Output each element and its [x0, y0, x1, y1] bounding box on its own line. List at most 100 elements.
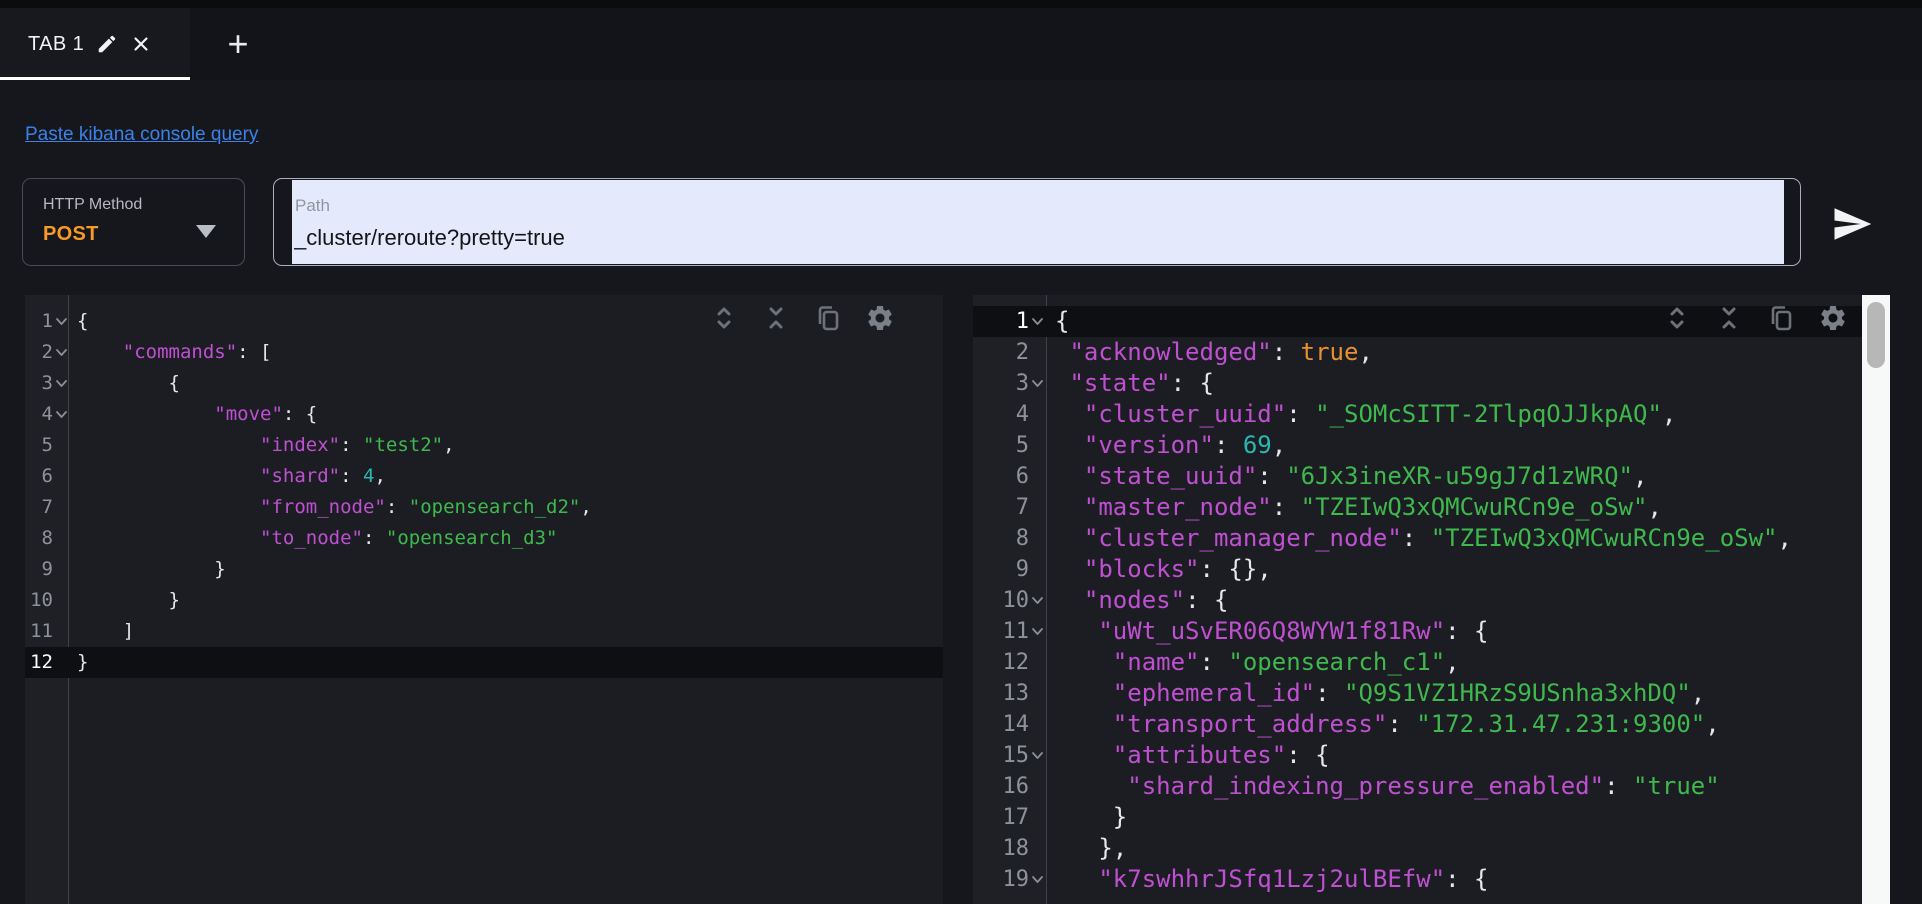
code-text: }, — [1098, 834, 1128, 862]
code-line[interactable]: 7 "master_node": "TZEIwQ3xQMCwuRCn9e_oSw… — [973, 492, 1862, 523]
settings-gear-icon[interactable] — [1818, 303, 1848, 333]
line-number: 18 — [1002, 836, 1030, 861]
line-number: 15 — [973, 740, 1048, 771]
expand-all-icon[interactable] — [1662, 303, 1692, 333]
collapse-all-icon[interactable] — [1714, 303, 1744, 333]
code-line[interactable]: 10 } — [25, 585, 943, 616]
line-number: 11 — [30, 620, 53, 642]
code-text: "ephemeral_id": "Q9S1VZ1HRzS9USnha3xhDQ"… — [1112, 679, 1706, 707]
fold-chevron-icon[interactable] — [1031, 616, 1044, 647]
code-line[interactable]: 12 "name": "opensearch_c1", — [973, 647, 1862, 678]
code-line[interactable]: 2 "commands": [ — [25, 337, 943, 368]
code-text: "uWt_uSvER06Q8WYW1f81Rw": { — [1098, 617, 1489, 645]
path-field[interactable]: Path — [292, 180, 1784, 264]
code-line[interactable]: 8 "cluster_manager_node": "TZEIwQ3xQMCwu… — [973, 523, 1862, 554]
line-number: 8 — [41, 527, 53, 549]
new-tab-button[interactable]: + — [205, 8, 271, 80]
line-number: 3 — [25, 368, 70, 399]
code-line[interactable]: 12} — [25, 647, 943, 678]
scrollbar-track[interactable] — [1862, 295, 1890, 904]
window-top-strip — [0, 0, 1922, 8]
code-text: "index": "test2", — [260, 434, 455, 456]
code-text: "cluster_uuid": "_SOMcSITT-2TlpqOJJkpAQ"… — [1083, 400, 1677, 428]
code-line[interactable]: 8 "to_node": "opensearch_d3" — [25, 523, 943, 554]
code-text: "attributes": { — [1112, 741, 1330, 769]
code-text: "to_node": "opensearch_d3" — [260, 527, 558, 549]
close-tab-icon[interactable] — [130, 33, 152, 55]
code-line[interactable]: 9 } — [25, 554, 943, 585]
expand-all-icon[interactable] — [709, 303, 739, 333]
path-input[interactable] — [294, 220, 1774, 256]
fold-chevron-icon[interactable] — [1031, 306, 1044, 337]
copy-icon[interactable] — [813, 303, 843, 333]
line-number: 9 — [1015, 557, 1029, 582]
line-number: 10 — [30, 589, 53, 611]
line-number: 8 — [1015, 526, 1029, 551]
path-floating-label: Path — [295, 196, 330, 215]
fold-chevron-icon[interactable] — [1031, 864, 1044, 895]
code-line[interactable]: 13 "ephemeral_id": "Q9S1VZ1HRzS9USnha3xh… — [973, 678, 1862, 709]
code-line[interactable]: 17 } — [973, 802, 1862, 833]
paste-kibana-query-link[interactable]: Paste kibana console query — [25, 124, 258, 146]
code-text: "acknowledged": true, — [1069, 338, 1373, 366]
code-text: } — [1112, 803, 1128, 831]
code-text: ] — [122, 620, 135, 642]
code-line[interactable]: 5 "version": 69, — [973, 430, 1862, 461]
line-number: 17 — [1002, 805, 1030, 830]
code-text: "blocks": {}, — [1083, 555, 1272, 583]
fold-chevron-icon[interactable] — [55, 306, 68, 337]
settings-gear-icon[interactable] — [865, 303, 895, 333]
scrollbar-thumb[interactable] — [1867, 302, 1885, 368]
line-number: 14 — [1002, 712, 1030, 737]
code-line[interactable]: 5 "index": "test2", — [25, 430, 943, 461]
code-text: } — [168, 589, 180, 611]
code-text: "transport_address": "172.31.47.231:9300… — [1112, 710, 1720, 738]
code-line[interactable]: 18 }, — [973, 833, 1862, 864]
line-number: 12 — [30, 651, 53, 673]
code-text: "k7swhhrJSfq1Lzj2ulBEfw": { — [1098, 865, 1489, 893]
collapse-all-icon[interactable] — [761, 303, 791, 333]
copy-icon[interactable] — [1766, 303, 1796, 333]
code-line[interactable]: 14 "transport_address": "172.31.47.231:9… — [973, 709, 1862, 740]
code-line[interactable]: 7 "from_node": "opensearch_d2", — [25, 492, 943, 523]
line-number: 12 — [1002, 650, 1030, 675]
fold-chevron-icon[interactable] — [55, 399, 68, 430]
code-line[interactable]: 3 { — [25, 368, 943, 399]
fold-chevron-icon[interactable] — [55, 368, 68, 399]
code-line[interactable]: 16 "shard_indexing_pressure_enabled": "t… — [973, 771, 1862, 802]
code-text: } — [77, 651, 89, 673]
code-text: "from_node": "opensearch_d2", — [260, 496, 592, 518]
tab-1[interactable]: TAB 1 — [0, 8, 190, 80]
code-line[interactable]: 11 ] — [25, 616, 943, 647]
editor-toolbar — [1662, 303, 1848, 333]
code-line[interactable]: 15 "attributes": { — [973, 740, 1862, 771]
code-text: "shard_indexing_pressure_enabled": "true… — [1127, 772, 1720, 800]
code-text: "commands": [ — [122, 341, 272, 363]
rename-tab-icon[interactable] — [96, 33, 118, 55]
fold-chevron-icon[interactable] — [1031, 368, 1044, 399]
request-body-editor[interactable]: 1{2 "commands": [3 {4 "move": {5 "index"… — [25, 295, 943, 904]
code-line[interactable]: 4 "cluster_uuid": "_SOMcSITT-2TlpqOJJkpA… — [973, 399, 1862, 430]
code-text: "version": 69, — [1083, 431, 1287, 459]
code-line[interactable]: 3 "state": { — [973, 368, 1862, 399]
code-line[interactable]: 10 "nodes": { — [973, 585, 1862, 616]
tab-bar: TAB 1 + — [0, 8, 1922, 80]
active-tab-underline — [0, 77, 190, 80]
send-request-button[interactable] — [1826, 198, 1878, 250]
fold-chevron-icon[interactable] — [1031, 585, 1044, 616]
code-line[interactable]: 19 "k7swhhrJSfq1Lzj2ulBEfw": { — [973, 864, 1862, 895]
fold-chevron-icon[interactable] — [55, 337, 68, 368]
code-line[interactable]: 6 "state_uuid": "6Jx3ineXR-u59gJ7d1zWRQ"… — [973, 461, 1862, 492]
code-line[interactable]: 9 "blocks": {}, — [973, 554, 1862, 585]
fold-chevron-icon[interactable] — [1031, 740, 1044, 771]
http-method-select[interactable]: HTTP Method POST — [22, 178, 245, 266]
line-number: 7 — [41, 496, 53, 518]
response-editor[interactable]: 1{2 "acknowledged": true, 3 "state": {4 "… — [973, 295, 1862, 904]
code-text: } — [214, 558, 226, 580]
code-line[interactable]: 6 "shard": 4, — [25, 461, 943, 492]
path-input-container: Path — [273, 178, 1801, 266]
code-line[interactable]: 11 "uWt_uSvER06Q8WYW1f81Rw": { — [973, 616, 1862, 647]
code-text: "cluster_manager_node": "TZEIwQ3xQMCwuRC… — [1083, 524, 1792, 552]
code-line[interactable]: 2 "acknowledged": true, — [973, 337, 1862, 368]
code-line[interactable]: 4 "move": { — [25, 399, 943, 430]
